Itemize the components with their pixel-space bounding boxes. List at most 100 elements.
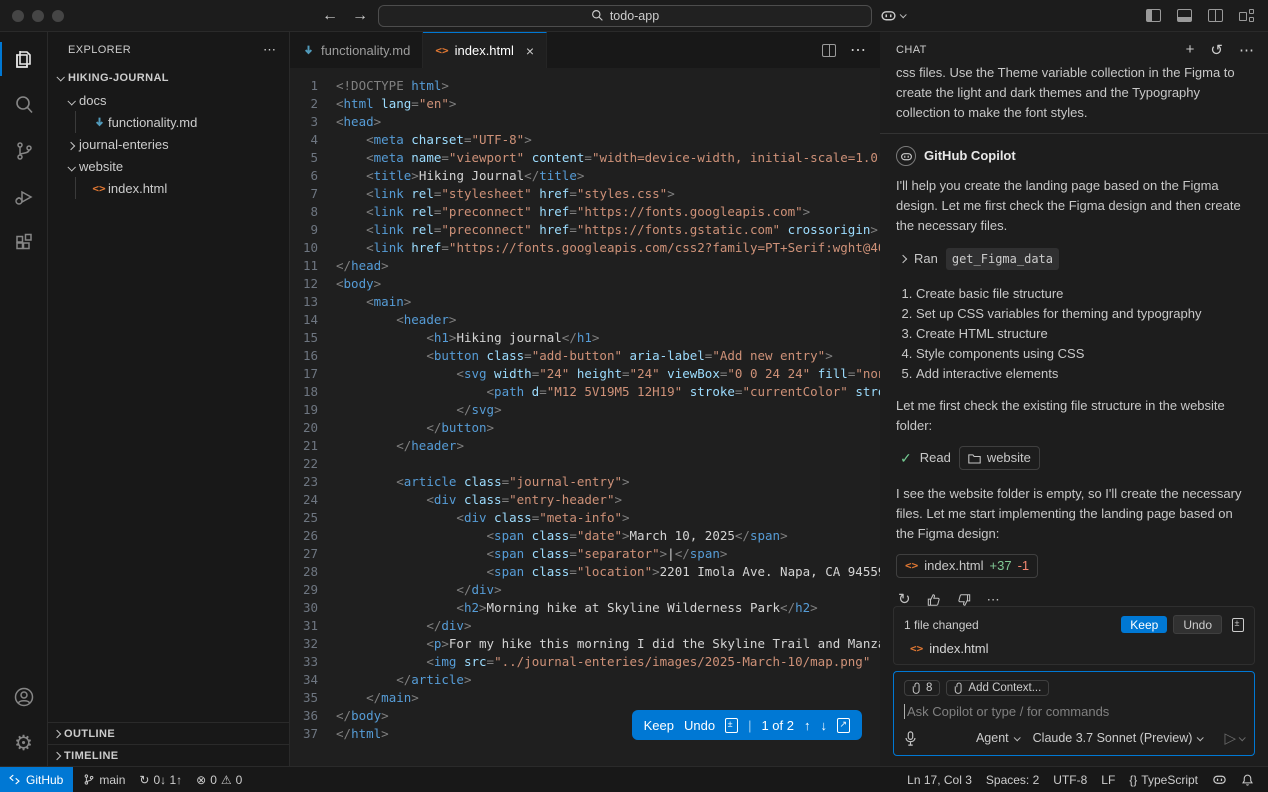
code-editor[interactable]: 1 <!DOCTYPE html> 2 <html lang="en"> 3 <head>… <box>290 68 880 766</box>
rerun-icon[interactable]: ↻ <box>898 590 911 606</box>
chat-history-icon[interactable]: ↺ <box>1210 41 1223 59</box>
send-button[interactable]: ▷ <box>1224 729 1246 747</box>
split-editor-icon[interactable] <box>822 43 836 57</box>
encoding[interactable]: UTF-8 <box>1053 773 1087 787</box>
explorer-icon[interactable] <box>0 36 48 82</box>
toggle-sidebar-icon[interactable] <box>1146 9 1161 22</box>
extensions-icon[interactable] <box>0 220 48 266</box>
code-line[interactable]: 17 <svg width="24" height="24" viewBox="… <box>290 365 880 383</box>
code-line[interactable]: 11 </head> <box>290 257 880 275</box>
code-line[interactable]: 32 <p>For my hike this morning I did the… <box>290 635 880 653</box>
code-line[interactable]: 9 <link rel="preconnect" href="https://f… <box>290 221 880 239</box>
code-line[interactable]: 4 <meta charset="UTF-8"> <box>290 131 880 149</box>
eol-sequence[interactable]: LF <box>1101 773 1115 787</box>
attachments-chip[interactable]: 8 <box>904 680 941 696</box>
new-chat-icon[interactable]: + <box>1186 41 1195 58</box>
chat-input-box[interactable]: 8 Add Context... Ask Copilot or type / f… <box>893 671 1255 756</box>
tree-item-journal-enteries[interactable]: journal-enteries <box>48 133 289 155</box>
code-line[interactable]: 1 <!DOCTYPE html> <box>290 77 880 95</box>
tool-run-row[interactable]: Ran get_Figma_data <box>898 248 1252 270</box>
tree-item-docs[interactable]: docs <box>48 89 289 111</box>
indentation[interactable]: Spaces: 2 <box>986 773 1039 787</box>
previous-change-icon[interactable]: ↑ <box>804 718 811 733</box>
tab-functionality-md[interactable]: functionality.md <box>290 32 424 68</box>
code-line[interactable]: 34 </article> <box>290 671 880 689</box>
changed-file-row[interactable]: <> index.html <box>910 641 1244 656</box>
code-line[interactable]: 20 </button> <box>290 419 880 437</box>
sync-indicator[interactable]: ↻ 0↓ 1↑ <box>139 773 182 787</box>
branch-indicator[interactable]: main <box>83 773 125 787</box>
search-view-icon[interactable] <box>0 82 48 128</box>
code-line[interactable]: 30 <h2>Morning hike at Skyline Wildernes… <box>290 599 880 617</box>
window-controls[interactable] <box>12 9 64 22</box>
chat-messages[interactable]: css files. Use the Theme variable collec… <box>880 67 1268 606</box>
code-line[interactable]: 5 <meta name="viewport" content="width=d… <box>290 149 880 167</box>
code-line[interactable]: 3 <head> <box>290 113 880 131</box>
tree-item-website[interactable]: website <box>48 155 289 177</box>
read-target-chip[interactable]: website <box>958 446 1040 470</box>
code-line[interactable]: 28 <span class="location">2201 Imola Ave… <box>290 563 880 581</box>
code-line[interactable]: 29 </div> <box>290 581 880 599</box>
undo-all-button[interactable]: Undo <box>1173 615 1222 634</box>
run-debug-icon[interactable] <box>0 174 48 220</box>
view-changes-icon[interactable] <box>725 717 739 733</box>
source-control-icon[interactable] <box>0 128 48 174</box>
customize-layout-icon[interactable] <box>1239 9 1254 22</box>
code-line[interactable]: 10 <link href="https://fonts.googleapis.… <box>290 239 880 257</box>
code-line[interactable]: 18 <path d="M12 5V19M5 12H19" stroke="cu… <box>290 383 880 401</box>
code-line[interactable]: 12 <body> <box>290 275 880 293</box>
minimize-window-button[interactable] <box>32 9 44 22</box>
remote-indicator[interactable]: GitHub <box>0 767 74 792</box>
code-line[interactable]: 24 <div class="entry-header"> <box>290 491 880 509</box>
toggle-secondary-sidebar-icon[interactable] <box>1208 9 1223 22</box>
chat-text-input[interactable]: Ask Copilot or type / for commands <box>904 704 1244 719</box>
close-window-button[interactable] <box>12 9 24 22</box>
code-line[interactable]: 6 <title>Hiking Journal</title> <box>290 167 880 185</box>
problems-indicator[interactable]: ⊗ 0 ⚠ 0 <box>196 773 242 787</box>
code-line[interactable]: 8 <link rel="preconnect" href="https://f… <box>290 203 880 221</box>
back-icon[interactable]: ← <box>322 7 338 25</box>
timeline-section[interactable]: TIMELINE <box>48 744 289 766</box>
cursor-position[interactable]: Ln 17, Col 3 <box>907 773 972 787</box>
command-center-search[interactable]: todo-app <box>378 4 872 27</box>
feedback-more-icon[interactable]: ⋯ <box>987 590 1000 606</box>
maximize-window-button[interactable] <box>52 9 64 22</box>
code-line[interactable]: 31 </div> <box>290 617 880 635</box>
code-line[interactable]: 33 <img src="../journal-enteries/images/… <box>290 653 880 671</box>
forward-icon[interactable]: → <box>352 7 368 25</box>
notifications-bell-icon[interactable] <box>1241 773 1254 787</box>
code-line[interactable]: 16 <button class="add-button" aria-label… <box>290 347 880 365</box>
code-line[interactable]: 35 </main> <box>290 689 880 707</box>
code-line[interactable]: 15 <h1>Hiking journal</h1> <box>290 329 880 347</box>
undo-button[interactable]: Undo <box>684 718 715 733</box>
language-mode[interactable]: {} TypeScript <box>1129 773 1198 787</box>
code-line[interactable]: 26 <span class="date">March 10, 2025</sp… <box>290 527 880 545</box>
settings-gear-icon[interactable]: ⚙ <box>0 720 48 766</box>
code-line[interactable]: 13 <main> <box>290 293 880 311</box>
code-line[interactable]: 19 </svg> <box>290 401 880 419</box>
tree-item-hiking-journal[interactable]: HIKING-JOURNAL <box>48 67 289 89</box>
open-file-icon[interactable] <box>837 717 850 733</box>
keep-all-button[interactable]: Keep <box>1121 616 1168 633</box>
tree-item-index.html[interactable]: <> index.html <box>48 177 289 199</box>
code-line[interactable]: 21 </header> <box>290 437 880 455</box>
thumbs-down-icon[interactable] <box>957 593 971 606</box>
code-line[interactable]: 7 <link rel="stylesheet" href="styles.cs… <box>290 185 880 203</box>
explorer-more-icon[interactable]: ⋯ <box>263 42 277 58</box>
view-all-edits-icon[interactable] <box>1232 617 1244 632</box>
outline-section[interactable]: OUTLINE <box>48 722 289 744</box>
changed-file-chip[interactable]: <> index.html +37 -1 <box>896 554 1039 578</box>
close-tab-icon[interactable]: × <box>526 43 534 59</box>
tab-index-html[interactable]: <> index.html × <box>423 32 548 68</box>
code-line[interactable]: 25 <div class="meta-info"> <box>290 509 880 527</box>
model-picker[interactable]: Claude 3.7 Sonnet (Preview) <box>1033 731 1205 745</box>
add-context-button[interactable]: Add Context... <box>946 680 1050 696</box>
code-line[interactable]: 27 <span class="separator">|</span> <box>290 545 880 563</box>
editor-more-icon[interactable]: ⋯ <box>850 40 866 60</box>
tree-item-functionality.md[interactable]: functionality.md <box>48 111 289 133</box>
account-icon[interactable] <box>0 674 48 720</box>
code-line[interactable]: 22 <box>290 455 880 473</box>
code-line[interactable]: 2 <html lang="en"> <box>290 95 880 113</box>
toggle-panel-icon[interactable] <box>1177 9 1192 22</box>
copilot-menu-button[interactable] <box>880 7 907 24</box>
